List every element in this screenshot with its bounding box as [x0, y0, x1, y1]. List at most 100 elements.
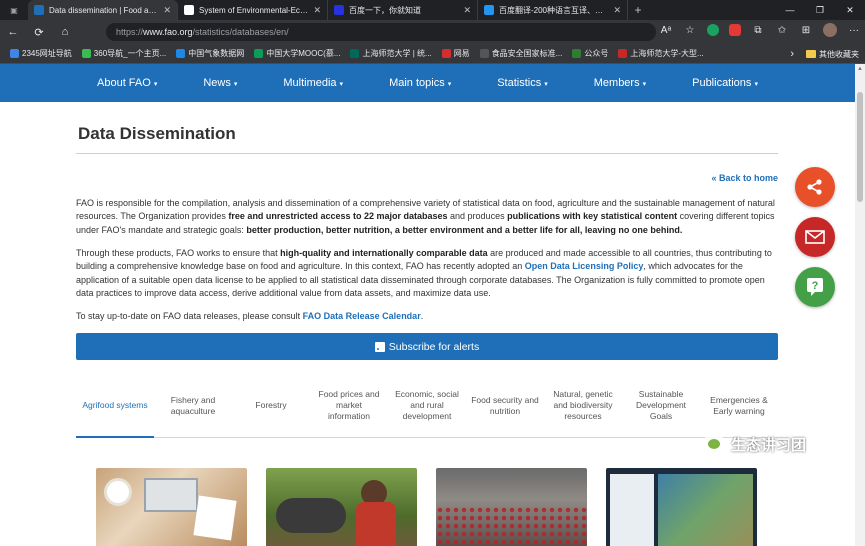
page-favicon-icon	[184, 5, 194, 15]
chevron-down-icon: ▾	[754, 81, 758, 88]
nav-label: About FAO	[97, 77, 151, 89]
back-to-home-link[interactable]: « Back to home	[711, 173, 778, 183]
folder-icon	[806, 50, 816, 58]
nav-main-topics[interactable]: Main topics ▾	[389, 77, 451, 89]
bookmark-icon	[10, 49, 19, 58]
chevron-down-icon: ▾	[642, 81, 647, 88]
tab-sdg[interactable]: Sustainable Development Goals	[622, 374, 700, 437]
release-calendar-link[interactable]: FAO Data Release Calendar	[303, 311, 421, 321]
bookmark-item[interactable]: 上海师范大学-大型...	[618, 48, 704, 59]
tab-fishery-aquaculture[interactable]: Fishery and aquaculture	[154, 374, 232, 437]
tab-agrifood-systems[interactable]: Agrifood systems	[76, 374, 154, 438]
bookmark-icon	[350, 49, 360, 58]
tab-title: Data dissemination | Food and Ag	[49, 5, 160, 15]
collections-icon[interactable]: ⊞	[799, 25, 813, 36]
bookmarks-bar: 2345网址导航 360导航_一个主页... 中国气象数据网 中国大学MOOC(…	[0, 44, 865, 64]
share-button[interactable]	[795, 167, 835, 207]
tab-actions-icon[interactable]: ▣	[0, 0, 28, 20]
text: and produces	[447, 211, 508, 222]
tab-food-security[interactable]: Food security and nutrition	[466, 374, 544, 437]
help-button[interactable]: ?	[795, 267, 835, 307]
map-shape	[658, 474, 753, 546]
chevron-down-icon: ▾	[339, 81, 344, 88]
tab-economic-social[interactable]: Economic, social and rural development	[388, 374, 466, 437]
translate-favicon-icon	[484, 5, 494, 15]
tab-seea[interactable]: System of Environmental-Econo ✕	[178, 0, 328, 20]
nav-about-fao[interactable]: About FAO ▾	[97, 77, 157, 89]
nav-multimedia[interactable]: Multimedia ▾	[283, 77, 343, 89]
nav-statistics[interactable]: Statistics ▾	[497, 77, 548, 89]
bookmark-item[interactable]: 360导航_一个主页...	[81, 48, 166, 59]
card-image-map-app[interactable]	[606, 468, 757, 546]
red-extension-icon[interactable]	[729, 24, 741, 36]
tab-baidu[interactable]: 百度一下，你就知道 ✕	[328, 0, 478, 20]
minimize-button[interactable]: —	[775, 0, 805, 20]
coffee-cup-shape	[104, 478, 132, 506]
new-tab-button[interactable]: +	[628, 3, 648, 17]
page-viewport: About FAO ▾ News ▾ Multimedia ▾ Main topics…	[0, 64, 855, 546]
text-bold: high-quality and internationally compara…	[280, 248, 488, 258]
tab-natural-genetic[interactable]: Natural, genetic and biodiversity resour…	[544, 374, 622, 437]
close-window-button[interactable]: ✕	[835, 0, 865, 20]
address-bar-input[interactable]: https:// www.fao.org /statistics/databas…	[106, 23, 656, 41]
home-icon[interactable]: ⌂	[52, 26, 78, 38]
card-image-desk[interactable]	[96, 468, 247, 546]
svg-text:?: ?	[812, 280, 819, 292]
nav-label: Multimedia	[283, 77, 337, 89]
tab-forestry[interactable]: Forestry	[232, 374, 310, 437]
open-data-policy-link[interactable]: Open Data Licensing Policy	[525, 261, 644, 271]
close-tab-icon[interactable]: ✕	[313, 5, 321, 16]
nav-news[interactable]: News ▾	[203, 77, 237, 89]
release-calendar-paragraph: To stay up-to-date on FAO data releases,…	[76, 310, 778, 323]
bookmark-item[interactable]: 网易	[441, 48, 470, 59]
subscribe-alerts-button[interactable]: Subscribe for alerts	[76, 333, 778, 360]
page-scrollbar[interactable]: ▲	[855, 64, 865, 546]
text: To stay up-to-date on FAO data releases,…	[76, 311, 303, 321]
chevron-down-icon: ▾	[153, 81, 158, 88]
restore-button[interactable]: ❐	[805, 0, 835, 20]
close-tab-icon[interactable]: ✕	[613, 5, 621, 16]
quality-paragraph: Through these products, FAO works to ens…	[76, 247, 778, 300]
nav-publications[interactable]: Publications ▾	[692, 77, 758, 89]
bookmark-item[interactable]: 中国气象数据网	[176, 48, 244, 59]
extensions-icon[interactable]: ⧉	[751, 25, 765, 36]
tab-food-prices[interactable]: Food prices and market information	[310, 374, 388, 437]
card-image-market[interactable]	[436, 468, 587, 546]
fao-favicon-icon	[34, 5, 44, 15]
produce-pattern	[436, 506, 587, 546]
scrollbar-thumb[interactable]	[857, 92, 863, 202]
more-icon[interactable]: ···	[847, 25, 861, 36]
url-scheme: https://	[116, 27, 144, 37]
intro-paragraph: FAO is responsible for the compilation, …	[76, 197, 778, 237]
favorites-icon[interactable]: ✩	[775, 25, 789, 36]
profile-avatar[interactable]	[823, 23, 837, 37]
close-tab-icon[interactable]: ✕	[163, 5, 171, 16]
other-bookmarks-folder[interactable]: 其他收藏夹	[819, 49, 859, 60]
refresh-icon[interactable]: ⟳	[26, 26, 52, 39]
email-button[interactable]	[795, 217, 835, 257]
bookmark-item[interactable]: 2345网址导航	[10, 48, 72, 59]
chevron-down-icon: ▾	[447, 81, 452, 88]
baidu-favicon-icon	[334, 5, 344, 15]
bookmark-label: 公众号	[584, 49, 609, 58]
reader-icon[interactable]: Aᵃ	[659, 25, 673, 36]
bookmark-item[interactable]: 上海师范大学 | 统...	[350, 48, 432, 59]
tab-emergencies[interactable]: Emergencies & Early warning	[700, 374, 778, 437]
topic-tabs: Agrifood systems Fishery and aquaculture…	[76, 374, 778, 438]
laptop-shape	[144, 478, 198, 512]
bookmark-item[interactable]: 公众号	[572, 48, 608, 59]
back-arrow-icon[interactable]: ←	[0, 26, 26, 38]
bookmark-label: 中国气象数据网	[188, 49, 245, 58]
bookmark-item[interactable]: 中国大学MOOC(慕...	[254, 48, 340, 59]
bookmark-item[interactable]: 食品安全国家标准...	[479, 48, 562, 59]
tab-fao-data-dissemination[interactable]: Data dissemination | Food and Ag ✕	[28, 0, 178, 20]
tab-baidu-translate[interactable]: 百度翻译-200种语言互译、沟通全 ✕	[478, 0, 628, 20]
card-image-farmers[interactable]	[266, 468, 417, 546]
grammarly-icon[interactable]	[707, 24, 719, 36]
favorite-star-icon[interactable]: ☆	[683, 25, 697, 36]
watermark-logo-icon	[703, 433, 725, 455]
bookmarks-overflow-button[interactable]: ›	[790, 48, 794, 60]
close-tab-icon[interactable]: ✕	[463, 5, 471, 16]
scroll-up-icon[interactable]: ▲	[857, 66, 863, 72]
nav-members[interactable]: Members ▾	[594, 77, 646, 89]
